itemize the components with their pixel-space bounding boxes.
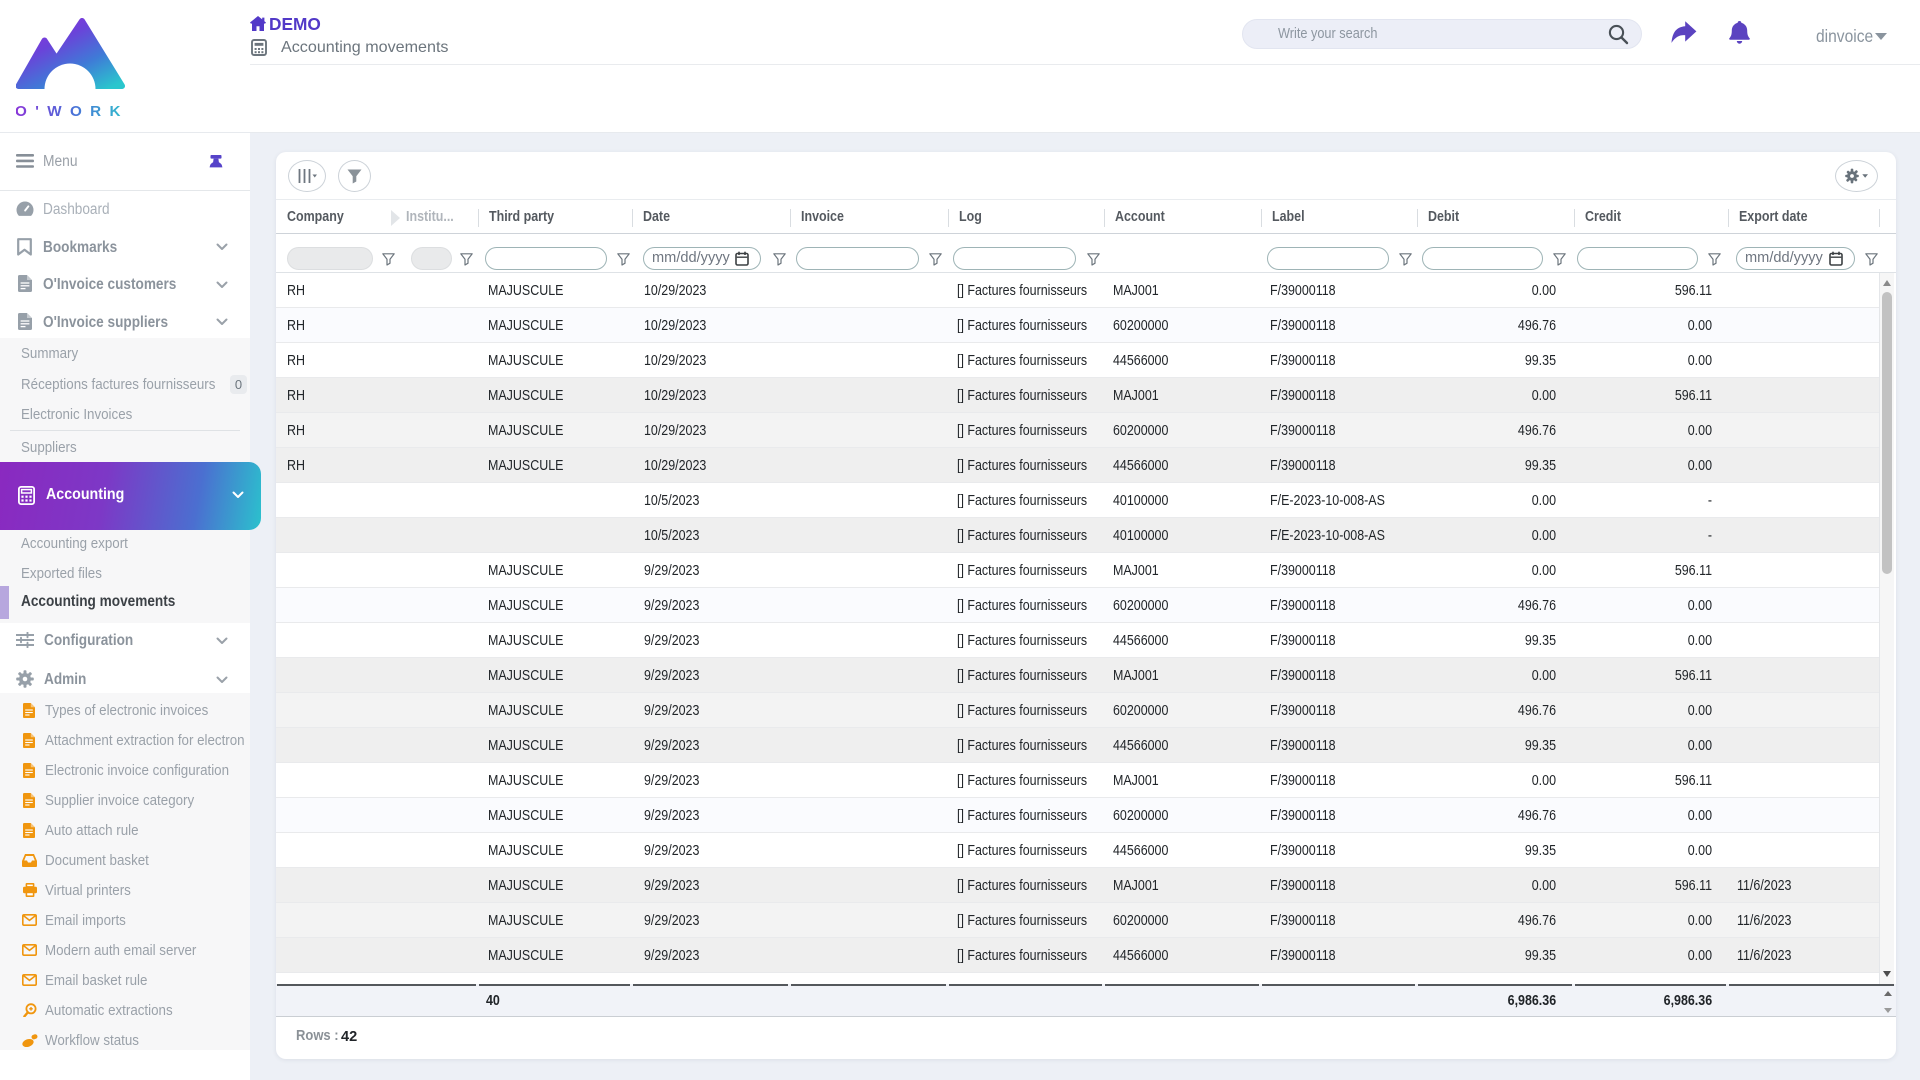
svg-text:O'WORK: O'WORK xyxy=(16,103,128,118)
